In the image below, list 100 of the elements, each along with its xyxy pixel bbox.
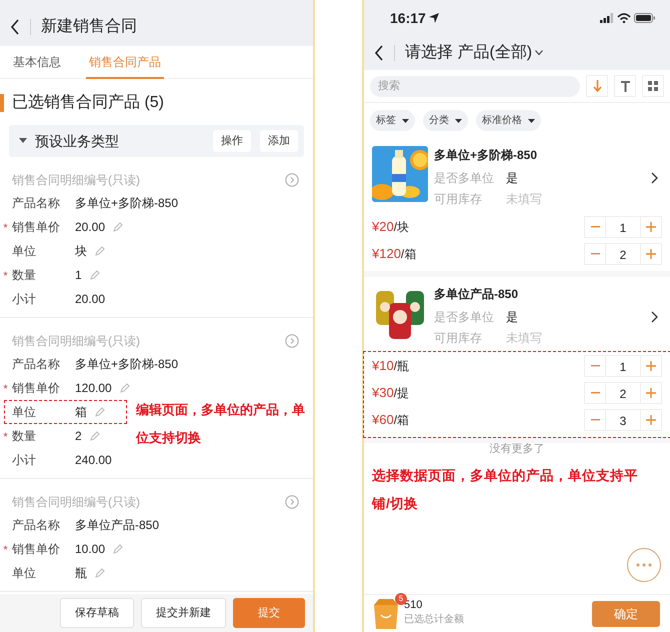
minus-icon bbox=[590, 226, 600, 228]
field-label: 是否多单位 bbox=[434, 170, 495, 186]
more-icon bbox=[636, 563, 652, 567]
field-value: 未填写 bbox=[506, 330, 542, 346]
field-value: 多单位+多阶梯-850 bbox=[75, 356, 178, 373]
field-value: 块 bbox=[75, 243, 87, 260]
filter-chip[interactable]: 分类 bbox=[423, 110, 468, 131]
grid-icon bbox=[648, 81, 658, 91]
filter-button[interactable] bbox=[614, 75, 636, 97]
field-value: 240.00 bbox=[75, 452, 112, 469]
record-header: 销售合同明细编号(只读) bbox=[12, 333, 140, 350]
pencil-icon[interactable] bbox=[90, 431, 100, 441]
battery-icon bbox=[634, 13, 656, 23]
required-icon bbox=[3, 545, 8, 550]
arrow-down-icon bbox=[592, 80, 602, 92]
footer-button[interactable]: 提交并新建 bbox=[141, 598, 226, 628]
minus-icon bbox=[590, 392, 600, 394]
field-value: 瓶 bbox=[75, 565, 87, 582]
filter-chip[interactable]: 标准价格 bbox=[476, 110, 541, 131]
field-label: 产品名称 bbox=[12, 195, 61, 212]
unit-price: ¥10/瓶 bbox=[372, 356, 410, 375]
field-label: 是否多单位 bbox=[434, 308, 495, 326]
field-value: 20.00 bbox=[75, 291, 106, 308]
pencil-icon[interactable] bbox=[120, 383, 130, 393]
field-value: 2 bbox=[75, 428, 82, 445]
page-title: 新建销售合同 bbox=[41, 16, 137, 37]
grid-view-button[interactable] bbox=[642, 75, 664, 97]
required-icon bbox=[3, 384, 8, 389]
record-header: 销售合同明细编号(只读) bbox=[12, 494, 140, 511]
filter-chip[interactable]: 标签 bbox=[370, 110, 415, 131]
more-button[interactable] bbox=[627, 548, 661, 582]
caret-down-icon bbox=[528, 118, 535, 122]
field-label: 数量 bbox=[12, 267, 37, 284]
field-label: 产品名称 bbox=[12, 517, 61, 534]
location-arrow-icon bbox=[428, 13, 439, 23]
unit-price: ¥20/块 bbox=[372, 218, 410, 236]
plus-icon bbox=[646, 222, 656, 232]
filter-icon bbox=[620, 80, 630, 92]
field-label: 单位 bbox=[12, 404, 37, 421]
field-label: 小计 bbox=[12, 452, 37, 469]
product-name[interactable]: 多单位产品-850 bbox=[434, 285, 645, 306]
group-title: 预设业务类型 bbox=[35, 132, 120, 150]
chevron-right-icon[interactable] bbox=[651, 310, 658, 322]
wifi-icon bbox=[617, 13, 631, 23]
field-label: 单位 bbox=[12, 243, 37, 260]
pencil-icon[interactable] bbox=[95, 246, 105, 256]
plus-icon bbox=[646, 360, 656, 370]
field-value: 10.00 bbox=[75, 541, 106, 558]
field-value: 是 bbox=[506, 308, 518, 326]
pencil-icon[interactable] bbox=[113, 222, 124, 232]
minus-icon bbox=[590, 418, 600, 420]
minus-icon bbox=[590, 252, 600, 254]
field-label: 数量 bbox=[12, 428, 37, 445]
total-label: 已选总计金额 bbox=[404, 612, 464, 627]
cart-box-icon[interactable] bbox=[374, 598, 398, 628]
footer-button[interactable]: 保存草稿 bbox=[60, 598, 134, 628]
field-label: 可用库存 bbox=[434, 330, 483, 346]
group-header[interactable]: 预设业务类型 操作 添加 bbox=[9, 125, 304, 157]
plus-icon bbox=[646, 388, 656, 398]
group-button[interactable]: 添加 bbox=[260, 130, 298, 152]
field-value: 20.00 bbox=[75, 219, 106, 236]
caret-down-icon bbox=[402, 118, 409, 122]
sort-button[interactable] bbox=[586, 75, 608, 97]
field-label: 可用库存 bbox=[434, 190, 483, 208]
chevron-right-icon[interactable] bbox=[651, 172, 658, 184]
field-value: 多单位+多阶梯-850 bbox=[75, 195, 178, 212]
field-value: 多单位产品-850 bbox=[75, 517, 160, 534]
status-time: 16:17 bbox=[390, 8, 426, 28]
annotation-note: 编辑页面，多单位的产品，单位支持切换 bbox=[136, 401, 306, 447]
annotation-note: 选择数据页面，多单位的产品，单位支持平铺/切换 bbox=[370, 466, 639, 512]
unit-price: ¥60/箱 bbox=[372, 410, 410, 429]
pencil-icon[interactable] bbox=[95, 568, 105, 578]
field-label: 销售单价 bbox=[12, 380, 61, 397]
pencil-icon[interactable] bbox=[95, 407, 105, 417]
pencil-icon[interactable] bbox=[90, 270, 100, 280]
end-of-list-text: 没有更多了 bbox=[488, 442, 546, 457]
section-marker bbox=[0, 94, 4, 112]
back-icon[interactable] bbox=[10, 19, 20, 35]
unit-price: ¥30/提 bbox=[372, 384, 410, 402]
field-value: 未填写 bbox=[506, 190, 542, 208]
field-label: 销售单价 bbox=[12, 541, 61, 558]
chevron-circle-icon[interactable] bbox=[285, 334, 299, 348]
field-value: 是 bbox=[506, 170, 518, 186]
required-icon bbox=[3, 223, 8, 228]
chevron-circle-icon[interactable] bbox=[285, 173, 299, 187]
tab[interactable]: 基本信息 bbox=[10, 46, 64, 79]
back-icon[interactable] bbox=[374, 45, 384, 61]
field-label: 销售单价 bbox=[12, 219, 61, 236]
required-icon bbox=[3, 432, 8, 437]
caret-down-icon[interactable] bbox=[535, 50, 544, 56]
chevron-circle-icon[interactable] bbox=[285, 495, 299, 509]
product-name[interactable]: 多单位+多阶梯-850 bbox=[434, 146, 645, 167]
search-field[interactable]: 搜索 bbox=[370, 76, 580, 96]
group-button[interactable]: 操作 bbox=[213, 130, 251, 152]
section-title: 已选销售合同产品 (5) bbox=[12, 92, 164, 113]
plus-icon bbox=[646, 414, 656, 424]
pencil-icon[interactable] bbox=[113, 544, 124, 554]
field-value: 箱 bbox=[75, 404, 87, 421]
caret-icon[interactable] bbox=[19, 138, 27, 144]
plus-icon bbox=[646, 248, 656, 258]
